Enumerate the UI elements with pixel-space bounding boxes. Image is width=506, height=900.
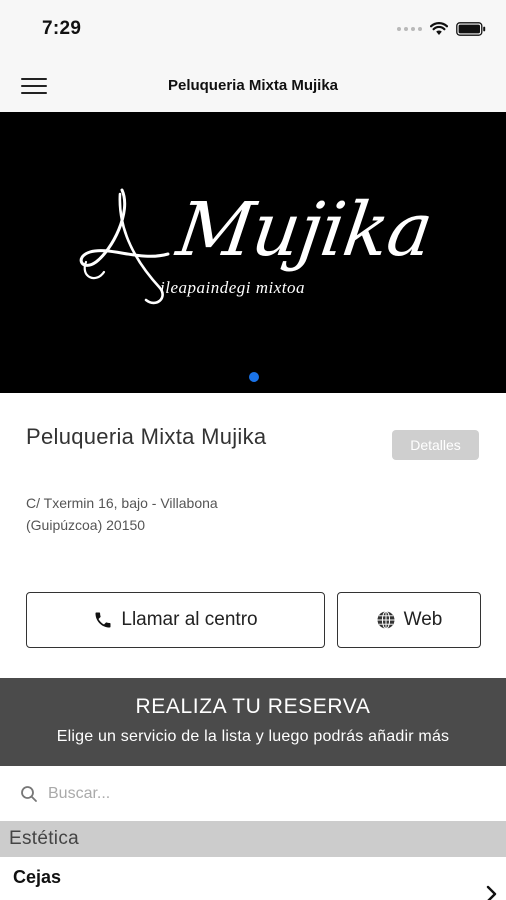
status-time: 7:29: [42, 18, 82, 39]
salon-address: C/ Txermin 16, bajo - Villabona (Guipúzc…: [26, 495, 218, 533]
list-item[interactable]: Cejas: [0, 857, 506, 900]
web-button[interactable]: Web: [337, 592, 481, 648]
status-icons: [397, 22, 486, 36]
logo-wordmark: Mujika: [171, 187, 438, 273]
search-bar: [0, 766, 506, 821]
details-button[interactable]: Detalles: [392, 430, 479, 460]
navigation-bar: Peluqueria Mixta Mujika: [0, 62, 506, 112]
wifi-icon: [430, 22, 448, 35]
booking-banner: REALIZA TU RESERVA Elige un servicio de …: [0, 678, 506, 766]
call-button-label: Llamar al centro: [121, 609, 258, 630]
status-bar: 7:29: [0, 0, 506, 62]
globe-icon: [376, 610, 396, 630]
logo-tagline: ileapaindegi mixtoa: [160, 278, 306, 297]
call-center-button[interactable]: Llamar al centro: [26, 592, 325, 648]
battery-icon: [456, 22, 486, 36]
carousel-indicator-dot[interactable]: [249, 372, 259, 382]
category-header-estetica: Estética: [0, 821, 506, 857]
search-input[interactable]: [48, 784, 468, 803]
booking-subtitle: Elige un servicio de la lista y luego po…: [56, 728, 450, 745]
salon-name: Peluqueria Mixta Mujika: [26, 424, 267, 449]
cellular-signal-icon: [397, 27, 422, 31]
booking-title: REALIZA TU RESERVA: [135, 695, 371, 718]
web-button-label: Web: [403, 609, 443, 630]
search-icon: [21, 785, 37, 802]
chevron-right-icon: [486, 885, 497, 900]
hero-carousel[interactable]: Mujika ileapaindegi mixtoa: [0, 112, 506, 393]
page-title: Peluqueria Mixta Mujika: [167, 77, 339, 94]
phone-icon: [93, 610, 113, 630]
service-name: Cejas: [13, 867, 62, 887]
